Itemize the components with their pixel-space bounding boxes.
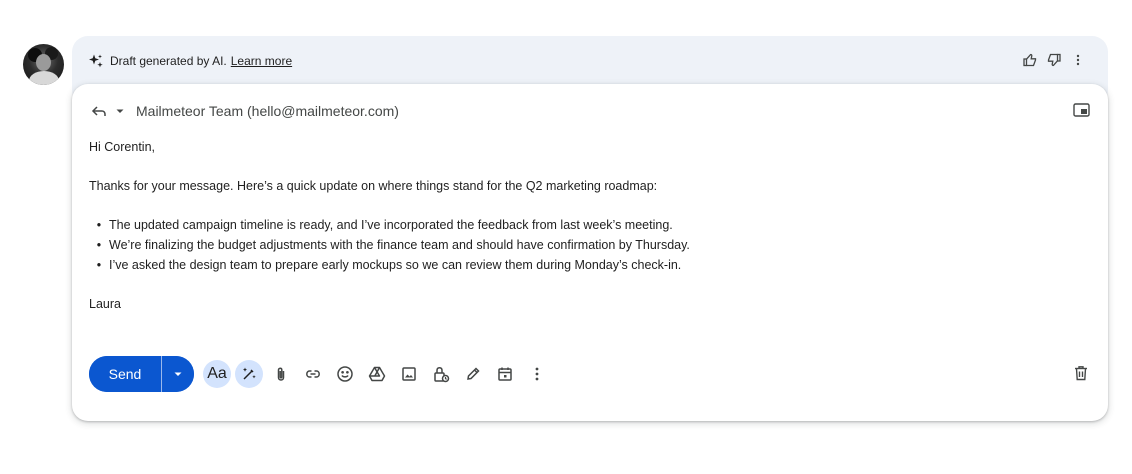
sender-avatar <box>23 44 64 85</box>
chevron-down-icon <box>174 372 182 376</box>
bullet-text: I’ve asked the design team to prepare ea… <box>109 258 682 272</box>
formatting-icon[interactable]: Aa <box>203 360 231 388</box>
format-label: Aa <box>207 365 227 382</box>
link-icon[interactable] <box>299 360 327 388</box>
signature: Laura <box>89 297 121 311</box>
compose-toolbar: Send Aa <box>89 356 555 392</box>
bullet-text: The updated campaign timeline is ready, … <box>109 218 673 232</box>
bullet-text: We’re finalizing the budget adjustments … <box>109 238 690 252</box>
drive-icon[interactable] <box>363 360 391 388</box>
trash-icon[interactable] <box>1072 363 1090 383</box>
more-options-icon[interactable] <box>523 360 551 388</box>
reply-icon[interactable] <box>90 102 108 120</box>
thumbs-up-icon[interactable] <box>1022 52 1038 68</box>
greeting: Hi Corentin, <box>89 140 155 154</box>
chevron-down-icon[interactable] <box>114 105 126 117</box>
more-vert-icon[interactable] <box>1070 52 1086 68</box>
send-button-group: Send <box>89 356 194 392</box>
ai-draft-text: Draft generated by AI. <box>110 54 227 68</box>
confidential-icon[interactable] <box>427 360 455 388</box>
schedule-icon[interactable] <box>491 360 519 388</box>
signature-icon[interactable] <box>459 360 487 388</box>
from-address[interactable]: Mailmeteor Team (hello@mailmeteor.com) <box>136 103 399 119</box>
emoji-icon[interactable] <box>331 360 359 388</box>
list-item: • The updated campaign timeline is ready,… <box>96 218 673 232</box>
message-body[interactable]: Hi Corentin, Thanks for your message. He… <box>89 139 1079 316</box>
thumbs-down-icon[interactable] <box>1046 52 1062 68</box>
list-item: • I’ve asked the design team to prepare e… <box>96 258 682 272</box>
compose-window: Mailmeteor Team (hello@mailmeteor.com) H… <box>72 84 1108 421</box>
photo-icon[interactable] <box>395 360 423 388</box>
list-item: • We’re finalizing the budget adjustments… <box>96 238 690 252</box>
attach-icon[interactable] <box>267 360 295 388</box>
send-options-dropdown[interactable] <box>162 356 194 392</box>
sparkle-icon <box>88 53 104 69</box>
learn-more-link[interactable]: Learn more <box>231 54 292 68</box>
send-button[interactable]: Send <box>89 356 161 392</box>
intro-paragraph: Thanks for your message. Here’s a quick … <box>89 179 658 193</box>
ai-pen-icon[interactable] <box>235 360 263 388</box>
popout-icon[interactable] <box>1073 103 1090 117</box>
